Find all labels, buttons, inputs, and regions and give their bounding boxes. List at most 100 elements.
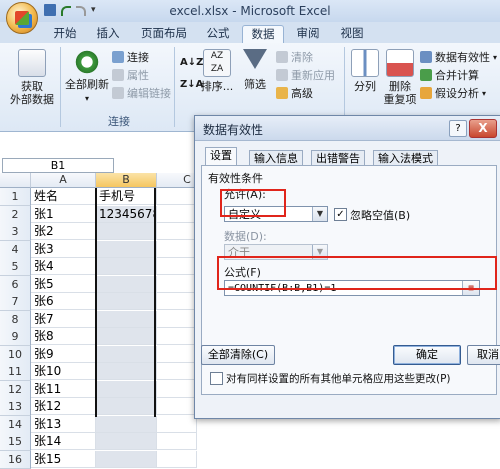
cell-a[interactable]: 张15 [31,451,96,468]
cell-c[interactable] [157,223,197,240]
advanced-button[interactable]: 高级 [276,85,313,101]
row-header[interactable]: 9 [0,328,31,346]
tab-review[interactable]: 审阅 [290,25,326,42]
row-header[interactable]: 3 [0,223,31,241]
text-to-columns-button[interactable]: 分列 [348,49,382,93]
filter-button[interactable]: 筛选 [238,49,272,91]
cell-b[interactable] [96,258,157,275]
tab-insert[interactable]: 插入 [90,25,126,42]
cell-c[interactable] [157,188,197,205]
cancel-button[interactable]: 取消 [467,345,500,365]
formula-input[interactable]: =COUNTIF(B:B,B1)=1 ▦ [224,280,480,296]
cell-c[interactable] [157,206,197,223]
cell-b[interactable] [96,223,157,240]
cell-a[interactable]: 张7 [31,311,96,328]
cell-a[interactable]: 张1 [31,206,96,223]
data-validation-button[interactable]: 数据有效性 ▾ [420,49,497,65]
row-header[interactable]: 2 [0,206,31,224]
cell-a[interactable]: 张2 [31,223,96,240]
cell-c[interactable] [157,363,197,380]
cell-b[interactable] [96,451,157,468]
row-header[interactable]: 1 [0,188,31,206]
tab-input-message[interactable]: 输入信息 [249,150,303,166]
cell-b[interactable] [96,276,157,293]
column-header-b[interactable]: B [96,173,157,188]
cell-a[interactable]: 张9 [31,346,96,363]
row-header[interactable]: 8 [0,311,31,329]
cell-b[interactable] [96,241,157,258]
cell-c[interactable] [157,328,197,345]
allow-select[interactable]: 自定义 ▼ [224,206,328,222]
cell-c[interactable] [157,451,197,468]
tab-page-layout[interactable]: 页面布局 [134,25,194,42]
name-box[interactable]: B1 [2,158,114,173]
cell-a[interactable]: 张11 [31,381,96,398]
clear-button[interactable]: 清除 [276,49,313,65]
tab-home[interactable]: 开始 [46,25,84,42]
tab-formulas[interactable]: 公式 [200,25,236,42]
reapply-button[interactable]: 重新应用 [276,67,335,83]
row-header[interactable]: 5 [0,258,31,276]
cell-c[interactable] [157,398,197,415]
cell-a[interactable]: 张14 [31,433,96,450]
edit-links-button[interactable]: 编辑链接 [112,85,171,101]
cell-a[interactable]: 张6 [31,293,96,310]
cell-b[interactable] [96,398,157,415]
cell-a[interactable]: 张5 [31,276,96,293]
cell-c[interactable] [157,381,197,398]
what-if-button[interactable]: 假设分析 ▾ [420,85,486,101]
tab-view[interactable]: 视图 [334,25,370,42]
chevron-down-icon[interactable]: ▼ [312,207,327,221]
office-button[interactable] [6,2,38,34]
row-header[interactable]: 16 [0,451,31,469]
close-button[interactable]: X [469,119,497,138]
cell-c[interactable] [157,416,197,433]
cell-a[interactable]: 姓名 [31,188,96,205]
tab-error-alert[interactable]: 出错警告 [311,150,365,166]
cell-b[interactable] [96,363,157,380]
row-header[interactable]: 14 [0,416,31,434]
row-header[interactable]: 12 [0,381,31,399]
row-header[interactable]: 10 [0,346,31,364]
sort-button[interactable]: AZ ZA 排序... [200,49,234,93]
cell-b[interactable] [96,433,157,450]
tab-data[interactable]: 数据 [242,25,284,43]
consolidate-button[interactable]: 合并计算 [420,67,479,83]
help-button[interactable]: ? [449,120,467,137]
apply-all-checkbox[interactable] [210,372,223,385]
cell-a[interactable]: 张13 [31,416,96,433]
ignore-blank-checkbox[interactable]: ✓ [334,208,347,221]
row-header[interactable]: 11 [0,363,31,381]
cell-a[interactable]: 张4 [31,258,96,275]
row-header[interactable]: 6 [0,276,31,294]
cell-b[interactable] [96,416,157,433]
tab-ime-mode[interactable]: 输入法模式 [373,150,438,166]
connections-button[interactable]: 连接 [112,49,149,65]
cell-b[interactable] [96,311,157,328]
cell-c[interactable] [157,276,197,293]
tab-settings[interactable]: 设置 [205,147,237,166]
cell-b[interactable]: 手机号 [96,188,157,205]
cell-c[interactable] [157,433,197,450]
range-picker-icon[interactable]: ▦ [462,281,479,295]
cell-a[interactable]: 张8 [31,328,96,345]
data-select[interactable]: 介于 ▼ [224,244,328,260]
cell-c[interactable] [157,293,197,310]
cell-a[interactable]: 张12 [31,398,96,415]
cell-b[interactable] [96,346,157,363]
cell-b[interactable] [96,293,157,310]
cell-b[interactable] [96,381,157,398]
remove-duplicates-button[interactable]: 删除 重复项 [382,49,418,106]
cell-b[interactable]: 12345678 [96,206,157,223]
row-header[interactable]: 13 [0,398,31,416]
cell-c[interactable] [157,311,197,328]
column-header-a[interactable]: A [31,173,96,188]
properties-button[interactable]: 属性 [112,67,149,83]
get-external-data-button[interactable]: 获取 外部数据 [8,49,56,106]
cell-c[interactable] [157,241,197,258]
cell-b[interactable] [96,328,157,345]
ok-button[interactable]: 确定 [393,345,461,365]
clear-all-button[interactable]: 全部清除(C) [201,345,275,365]
refresh-all-button[interactable]: 全部刷新 ▾ [64,49,110,105]
row-header[interactable]: 15 [0,433,31,451]
